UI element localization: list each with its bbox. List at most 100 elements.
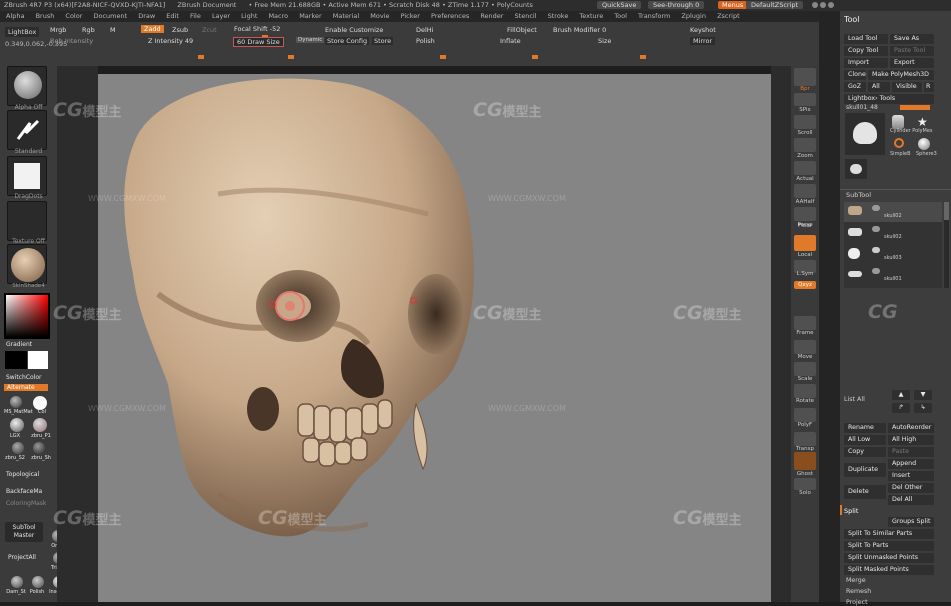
remesh-section[interactable]: Remesh [846,588,871,595]
del-other-button[interactable]: Del Other [888,483,934,493]
topological-button[interactable]: Topological [0,471,57,478]
rgb-intensity-slider[interactable]: Rgb Intensity [50,37,93,45]
menu-draw[interactable]: Draw [138,12,155,20]
paste-button[interactable]: Paste [888,447,934,457]
delhi-button[interactable]: DelHi [416,26,434,34]
save-as-button[interactable]: Save As [890,34,934,44]
mrgb-button[interactable]: Mrgb [50,26,66,34]
menu-movie[interactable]: Movie [370,12,389,20]
minimize-icon[interactable] [812,2,818,8]
close-icon[interactable] [828,2,834,8]
size-slider[interactable]: Size [598,37,611,45]
material-thumbnail[interactable] [7,244,47,284]
zcut-button[interactable]: Zcut [202,26,217,34]
alternate-button[interactable]: Alternate [4,384,48,391]
del-all-button[interactable]: Del All [888,495,934,505]
store-button[interactable]: Store [372,37,394,45]
move-down-icon[interactable]: ↳ [914,403,932,413]
split-similar-button[interactable]: Split To Similar Parts [844,529,934,539]
arrow-up-icon[interactable]: ▲ [892,390,910,400]
menu-preferences[interactable]: Preferences [431,12,469,20]
export-button[interactable]: Export [890,58,934,68]
menu-macro[interactable]: Macro [268,12,288,20]
tool-thumb-skull[interactable] [845,113,885,155]
make-polymesh-button[interactable]: Make PolyMesh3D [868,70,934,80]
paste-tool-button[interactable]: Paste Tool [890,46,934,56]
menu-stroke[interactable]: Stroke [548,12,569,20]
eye-icon[interactable] [872,205,880,211]
copy-button[interactable]: Copy [844,447,886,457]
rotate-button[interactable] [794,384,816,398]
tool-slider[interactable] [900,105,930,110]
matcap-4-icon[interactable] [33,418,47,432]
menus-button[interactable]: Menus [718,1,748,10]
maximize-icon[interactable] [820,2,826,8]
inflate-knob[interactable] [532,55,538,59]
menu-light[interactable]: Light [241,12,257,20]
sphere3d-icon[interactable] [918,138,930,150]
draw-size-knob[interactable] [288,55,294,59]
split-parts-button[interactable]: Split To Parts [844,541,934,551]
stroke-thumbnail[interactable] [7,156,47,196]
menu-layer[interactable]: Layer [212,12,230,20]
menu-zplugin[interactable]: Zplugin [681,12,706,20]
visible-button[interactable]: Visible [892,82,922,92]
merge-section[interactable]: Merge [846,577,866,584]
project-section[interactable]: Project [846,599,868,606]
simple-brush-icon[interactable] [894,138,904,148]
fill-object-button[interactable]: FillObject [507,26,537,34]
menu-picker[interactable]: Picker [401,12,420,20]
split-unmasked-button[interactable]: Split Unmasked Points [844,553,934,563]
scroll-button[interactable] [794,115,816,129]
r-button[interactable]: R [924,82,934,92]
color-picker[interactable] [4,293,50,339]
menu-color[interactable]: Color [65,12,82,20]
aahalf-button[interactable] [794,184,816,198]
split-masked-button[interactable]: Split Masked Points [844,565,934,575]
alpha-thumbnail[interactable] [7,66,47,106]
zadd-button[interactable]: Zadd [141,25,164,33]
zoom-button[interactable] [794,138,816,152]
primary-color-swatch[interactable] [5,351,27,369]
mirror-button[interactable]: Mirror [690,37,716,45]
actual-button[interactable] [794,161,816,175]
inflate-slider[interactable]: Inflate [500,37,521,45]
subtool-scroll-thumb[interactable] [944,202,949,220]
eye-icon[interactable] [872,268,880,274]
menu-alpha[interactable]: Alpha [6,12,24,20]
menu-document[interactable]: Document [93,12,127,20]
dam-standard-icon[interactable] [11,576,23,588]
menu-marker[interactable]: Marker [299,12,321,20]
menu-file[interactable]: File [190,12,201,20]
rename-button[interactable]: Rename [844,423,886,433]
coloring-mask-button[interactable]: ColoringMask [0,500,57,507]
copy-tool-button[interactable]: Copy Tool [844,46,888,56]
polymesh-star-icon[interactable]: ★ [917,115,928,129]
menu-texture[interactable]: Texture [579,12,603,20]
transp-button[interactable] [794,432,816,446]
persp-button[interactable] [794,207,816,221]
backface-mask-button[interactable]: BackfaceMa [0,488,57,495]
zsub-button[interactable]: Zsub [172,26,188,34]
load-tool-button[interactable]: Load Tool [844,34,888,44]
goz-all-button[interactable]: All [868,82,890,92]
polish-brush-icon[interactable] [32,576,44,588]
brush-thumbnail[interactable] [7,110,47,150]
z-intensity-knob[interactable] [198,55,204,59]
insert-button[interactable]: Insert [888,471,934,481]
subtool-row-4[interactable]: skull01 [844,265,942,285]
polish-knob[interactable] [440,55,446,59]
polish-slider[interactable]: Polish [416,37,435,45]
menu-zscript[interactable]: Zscript [717,12,740,20]
matcap-3-icon[interactable] [10,418,24,432]
dynamic-button[interactable]: Dynamic [296,37,325,43]
clone-button[interactable]: Clone [844,70,866,80]
local-button[interactable] [794,235,816,251]
menu-edit[interactable]: Edit [166,12,179,20]
spix-button[interactable] [794,93,816,106]
menu-material[interactable]: Material [333,12,359,20]
menu-render[interactable]: Render [480,12,503,20]
menu-transform[interactable]: Transform [638,12,670,20]
quicksave-button[interactable]: QuickSave [597,1,642,10]
arrow-down-icon[interactable]: ▼ [914,390,932,400]
